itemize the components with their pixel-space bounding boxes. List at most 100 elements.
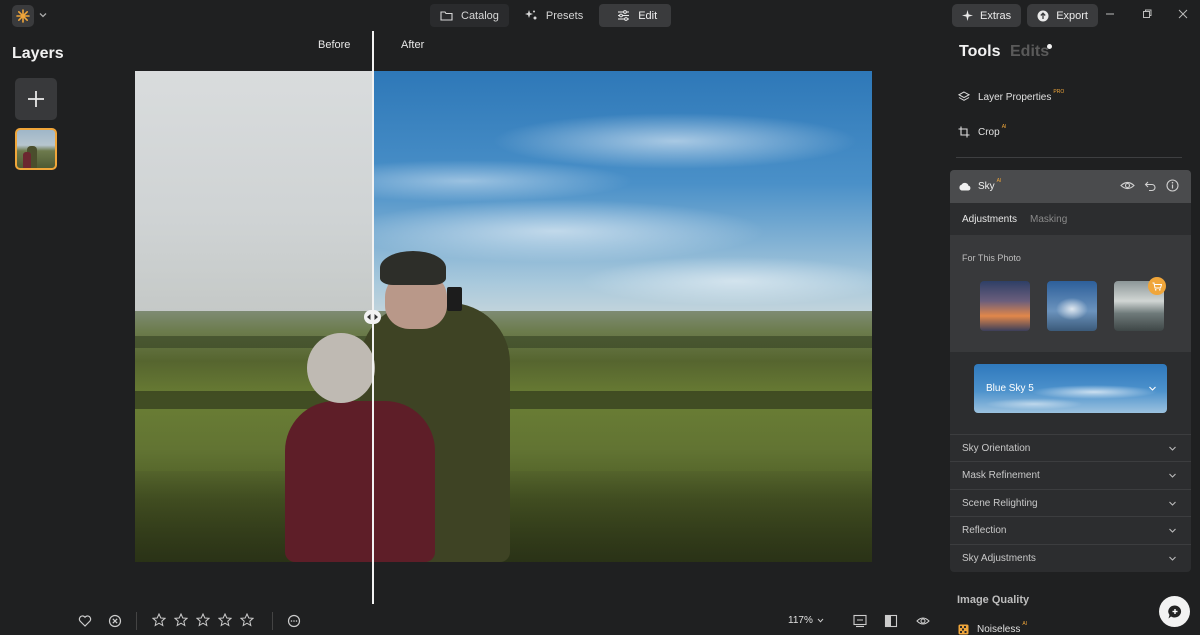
close-icon[interactable] xyxy=(1177,8,1189,20)
section-sky-adjustments[interactable]: Sky Adjustments xyxy=(950,544,1191,571)
top-actions: Extras Export xyxy=(952,4,1098,27)
divider-handle[interactable] xyxy=(364,310,381,324)
undo-icon[interactable] xyxy=(1144,179,1157,192)
chevron-down-icon xyxy=(1169,501,1176,506)
zoom-control[interactable]: 117% xyxy=(788,615,824,626)
main-nav: Catalog Presets Edit xyxy=(430,4,672,27)
chat-bubble-icon xyxy=(1167,604,1181,618)
for-this-photo-section: For This Photo xyxy=(950,235,1191,352)
cloud-icon xyxy=(959,182,971,191)
section-reflection[interactable]: Reflection xyxy=(950,516,1191,543)
star-rating xyxy=(152,613,254,627)
zoom-value: 117% xyxy=(788,615,813,626)
sky-subtabs: Adjustments Masking xyxy=(962,214,1067,225)
sky-preset-sunset[interactable] xyxy=(980,281,1030,331)
chevron-down-icon xyxy=(1169,556,1176,561)
chevron-down-icon xyxy=(1169,528,1176,533)
ai-badge: AI xyxy=(996,178,1002,184)
heart-icon[interactable] xyxy=(78,614,92,628)
export-button[interactable]: Export xyxy=(1027,4,1098,27)
edits-indicator-dot xyxy=(1047,44,1052,49)
tab-presets-label: Presets xyxy=(545,9,584,22)
export-label: Export xyxy=(1056,9,1088,22)
chevron-down-icon xyxy=(817,618,824,623)
subtab-adjustments[interactable]: Adjustments xyxy=(962,214,1017,225)
section-label: Reflection xyxy=(962,524,1007,536)
tool-noiseless[interactable]: Noiseless AI xyxy=(958,621,1028,635)
layers-icon xyxy=(958,91,970,101)
eye-icon[interactable] xyxy=(1120,179,1135,192)
tool-crop-label: Crop xyxy=(978,126,1000,138)
for-this-photo-label: For This Photo xyxy=(962,253,1021,263)
layer-thumbnail[interactable] xyxy=(15,128,57,170)
noise-icon xyxy=(958,624,969,635)
sliders-icon xyxy=(618,10,630,21)
chat-support-button[interactable] xyxy=(1159,596,1190,627)
plus-icon xyxy=(28,91,44,107)
section-scene-relighting[interactable]: Scene Relighting xyxy=(950,489,1191,516)
chevron-down-icon xyxy=(1169,473,1176,478)
tool-crop[interactable]: Crop AI xyxy=(958,123,1006,141)
subtab-masking[interactable]: Masking xyxy=(1030,214,1067,225)
tab-tools[interactable]: Tools xyxy=(959,43,1000,61)
drag-arrows-icon xyxy=(367,314,378,320)
sparkle-icon xyxy=(962,10,973,21)
noiseless-label: Noiseless xyxy=(977,624,1021,635)
section-label: Scene Relighting xyxy=(962,497,1038,509)
minimize-icon[interactable] xyxy=(1104,8,1116,20)
sparkle-icon xyxy=(524,10,537,20)
section-sky-orientation[interactable]: Sky Orientation xyxy=(950,434,1191,461)
app-logo-button[interactable] xyxy=(12,5,34,27)
eye-icon[interactable] xyxy=(916,614,930,628)
compare-icon[interactable] xyxy=(884,614,898,628)
sun-logo-icon xyxy=(16,9,30,23)
section-label: Mask Refinement xyxy=(962,469,1040,481)
star-icon[interactable] xyxy=(174,613,188,627)
extras-label: Extras xyxy=(980,9,1012,22)
tab-catalog-label: Catalog xyxy=(461,9,499,22)
sky-header[interactable]: Sky AI xyxy=(950,170,1191,203)
crop-icon xyxy=(958,126,970,138)
add-layer-button[interactable] xyxy=(15,78,57,120)
chevron-down-icon xyxy=(1169,446,1176,451)
pro-badge: PRO xyxy=(1053,88,1065,95)
before-label: Before xyxy=(318,39,351,51)
shopping-cart-icon xyxy=(1152,282,1162,291)
sky-preset-cloudy[interactable] xyxy=(1047,281,1097,331)
star-icon[interactable] xyxy=(152,613,166,627)
chevron-down-icon[interactable] xyxy=(38,10,48,20)
export-arrow-icon xyxy=(1037,10,1049,21)
tab-edit[interactable]: Edit xyxy=(599,4,672,27)
sky-tool-panel: Sky AI Adjustments Masking For This Photo xyxy=(950,170,1191,572)
info-icon[interactable] xyxy=(1166,179,1179,192)
section-label: Sky Adjustments xyxy=(962,552,1036,564)
woman-figure xyxy=(285,401,435,562)
tab-presets[interactable]: Presets xyxy=(515,4,593,27)
info-overlay-icon[interactable] xyxy=(853,614,867,628)
star-icon[interactable] xyxy=(196,613,210,627)
tab-catalog[interactable]: Catalog xyxy=(430,4,509,27)
photo-canvas[interactable] xyxy=(135,71,872,562)
more-options-icon[interactable] xyxy=(287,614,301,628)
tab-edit-label: Edit xyxy=(638,9,658,22)
tool-layer-properties[interactable]: Layer Properties PRO xyxy=(958,88,1064,106)
ai-badge: AI xyxy=(1001,123,1007,130)
before-sky xyxy=(135,71,373,321)
sky-selector-dropdown[interactable]: Blue Sky 5 xyxy=(974,364,1167,413)
star-icon[interactable] xyxy=(240,613,254,627)
section-mask-refinement[interactable]: Mask Refinement xyxy=(950,461,1191,488)
extras-button[interactable]: Extras xyxy=(952,4,1022,27)
tool-layer-properties-label: Layer Properties xyxy=(978,91,1052,103)
layers-title: Layers xyxy=(12,45,64,62)
ai-badge: AI xyxy=(1022,621,1028,627)
reject-icon[interactable] xyxy=(108,614,122,628)
sky-title: Sky xyxy=(978,181,995,192)
section-label: Sky Orientation xyxy=(962,442,1031,454)
restore-icon[interactable] xyxy=(1141,8,1153,20)
after-label: After xyxy=(401,39,425,51)
star-icon[interactable] xyxy=(218,613,232,627)
cart-badge[interactable] xyxy=(1148,277,1166,295)
folder-icon xyxy=(440,11,453,21)
tab-edits[interactable]: Edits xyxy=(1010,43,1049,61)
chevron-down-icon xyxy=(1149,386,1156,391)
